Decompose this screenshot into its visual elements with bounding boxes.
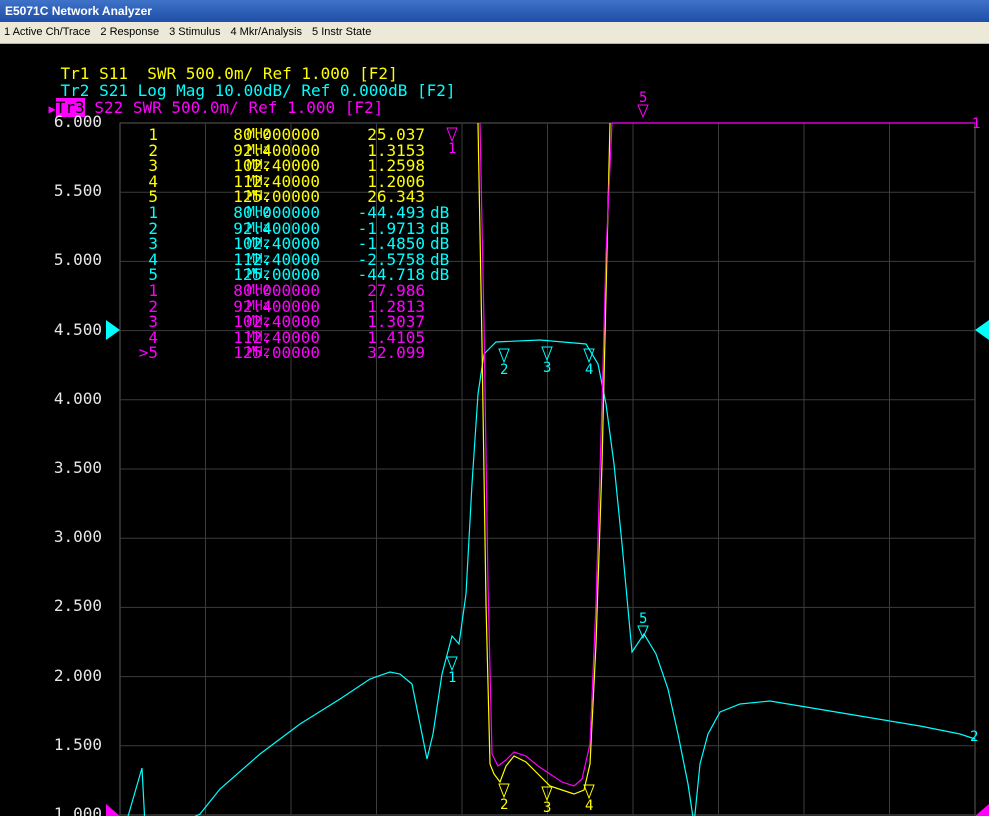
- marker-triangle: [583, 784, 595, 800]
- analyzer-screen: 151234523412 Tr1 S11 SWR 500.0m/ Ref 1.0…: [0, 44, 989, 816]
- menu-mkr-analysis[interactable]: 4 Mkr/Analysis: [226, 22, 308, 43]
- marker-triangle: [498, 783, 510, 799]
- marker-triangle: [446, 656, 458, 672]
- marker-value: 32.099: [367, 343, 425, 363]
- marker-unit: MHz: [247, 345, 271, 361]
- y-label: 3.500: [53, 458, 102, 477]
- trace-3-settings: S22 SWR 500.0m/ Ref 1.000 [F2]: [94, 98, 384, 117]
- menu-instr-state[interactable]: 5 Instr State: [308, 22, 377, 43]
- y-label: 4.500: [53, 319, 102, 339]
- marker-number: >5: [138, 343, 158, 363]
- marker-label: 5: [639, 611, 647, 627]
- marker-label: 1: [448, 141, 456, 157]
- marker-label: 1: [448, 670, 456, 686]
- y-label: 2.500: [53, 596, 102, 616]
- ref-arrow-right-icon: [975, 804, 989, 816]
- marker-label: 4: [585, 362, 593, 378]
- y-label: 4.000: [53, 388, 102, 408]
- trace-markers: 1 5 1 2 3 4 5 2 3 4 1 2: [446, 90, 980, 816]
- marker-label: 2: [500, 362, 508, 378]
- marker-triangle: [446, 127, 458, 143]
- y-label: 5.500: [53, 181, 102, 201]
- y-label: 3.000: [53, 527, 102, 547]
- ref-arrow-left-icon: [106, 804, 120, 816]
- ref-arrow-right-icon: [975, 320, 989, 340]
- marker-triangle: [637, 104, 649, 119]
- edge-marker-label: 1: [972, 116, 980, 132]
- y-label: 1.000: [53, 804, 102, 816]
- window-title: E5071C Network Analyzer: [0, 0, 989, 22]
- ref-arrow-left-icon: [106, 320, 120, 340]
- y-label: 2.000: [53, 665, 102, 685]
- y-label: 6.000: [53, 112, 102, 131]
- y-label: 5.000: [53, 250, 102, 270]
- trace-3-line: [479, 122, 975, 787]
- marker-label: 3: [543, 800, 551, 816]
- menu-bar: 1 Active Ch/Trace 2 Response 3 Stimulus …: [0, 22, 989, 44]
- marker-label: 2: [500, 797, 508, 813]
- y-label: 1.500: [53, 734, 102, 754]
- marker-label: 4: [585, 798, 593, 814]
- edge-marker-label: 2: [970, 729, 978, 745]
- menu-stimulus[interactable]: 3 Stimulus: [165, 22, 226, 43]
- menu-active-ch-trace[interactable]: 1 Active Ch/Trace: [0, 22, 96, 43]
- marker-label: 3: [543, 360, 551, 376]
- trace-1-line: [477, 122, 611, 795]
- marker-label: 5: [639, 90, 647, 106]
- marker-triangle: [498, 348, 510, 364]
- marker-value-unit: dB: [430, 265, 450, 285]
- menu-response[interactable]: 2 Response: [96, 22, 165, 43]
